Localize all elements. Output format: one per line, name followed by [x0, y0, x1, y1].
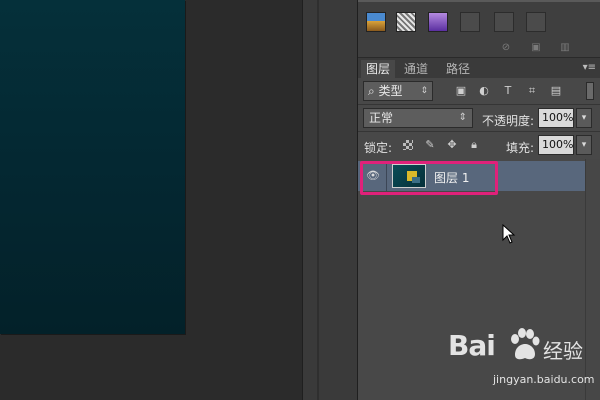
mouse-cursor-icon: [502, 224, 516, 244]
layer-filter-row: ⌕ 类型 ⇕ ▣ ◐ T ⌗ ▤: [358, 78, 600, 104]
blend-mode-select[interactable]: 正常 ⇕: [363, 108, 473, 128]
style-swatch-1[interactable]: [366, 12, 386, 32]
style-swatch-5[interactable]: [494, 12, 514, 32]
lock-transparent-icon[interactable]: [403, 140, 413, 150]
lock-position-icon[interactable]: ✥: [446, 139, 458, 151]
baidu-watermark: Bai 经验 jingyan.baidu.com: [440, 325, 600, 400]
document-workspace: [0, 0, 302, 400]
clear-style-icon[interactable]: ⊘: [500, 42, 512, 54]
filter-kind-label: 类型: [378, 84, 403, 98]
lock-all-icon[interactable]: 🔒︎: [468, 139, 480, 151]
document-canvas[interactable]: [0, 0, 185, 334]
style-swatch-6[interactable]: [526, 12, 546, 32]
tab-layers[interactable]: 图层: [361, 60, 396, 78]
updown-arrows-icon: ⇕: [458, 112, 467, 123]
trash-icon[interactable]: ▥: [559, 42, 571, 54]
filter-toggle-switch[interactable]: [586, 82, 594, 100]
style-swatch-2[interactable]: [396, 12, 416, 32]
tab-channels[interactable]: 通道: [399, 60, 433, 78]
fill-input[interactable]: 100%: [538, 135, 574, 155]
styles-top-edge: [358, 0, 600, 2]
lock-image-icon[interactable]: ✎: [424, 139, 436, 151]
fill-label: 填充:: [506, 141, 535, 155]
search-icon: ⌕: [368, 84, 379, 98]
shape-filter-icon[interactable]: ⌗: [525, 84, 539, 98]
style-swatch-4[interactable]: [460, 12, 480, 32]
dock-strip: [317, 0, 319, 400]
filter-kind-select[interactable]: ⌕ 类型 ⇕: [363, 81, 433, 101]
styles-footer: ⊘ ▣ ▥: [358, 38, 600, 58]
styles-panel: ⊘ ▣ ▥: [358, 0, 600, 58]
blend-options-row: 正常 ⇕ 不透明度: 100% ▾: [358, 105, 600, 131]
smart-object-filter-icon[interactable]: ▤: [549, 84, 563, 98]
image-filter-icon[interactable]: ▣: [454, 84, 468, 98]
type-filter-icon[interactable]: T: [501, 84, 515, 98]
opacity-input[interactable]: 100%: [538, 108, 574, 128]
lock-options-row: 锁定: ✎ ✥ 🔒︎ 填充: 100% ▾: [358, 132, 600, 158]
blend-mode-value: 正常: [369, 111, 394, 125]
panel-menu-icon[interactable]: ▾≡: [583, 62, 596, 73]
panel-dock-divider[interactable]: [302, 0, 358, 400]
tab-paths[interactable]: 路径: [441, 60, 475, 78]
watermark-url: jingyan.baidu.com: [493, 373, 595, 386]
style-swatch-3[interactable]: [428, 12, 448, 32]
new-style-icon[interactable]: ▣: [530, 42, 542, 54]
paw-logo-icon: [511, 328, 540, 360]
opacity-label: 不透明度:: [482, 114, 535, 128]
lock-label: 锁定:: [364, 141, 393, 155]
annotation-highlight-box: [360, 161, 498, 195]
watermark-cn-text: 经验: [543, 339, 583, 363]
opacity-dropdown[interactable]: ▾: [576, 108, 592, 128]
fill-dropdown[interactable]: ▾: [576, 135, 592, 155]
panel-tabs: 图层 通道 路径 ▾≡: [358, 58, 600, 78]
adjustment-filter-icon[interactable]: ◐: [477, 84, 491, 98]
updown-arrows-icon: ⇕: [420, 86, 428, 96]
watermark-logo-text: Bai: [448, 329, 496, 362]
